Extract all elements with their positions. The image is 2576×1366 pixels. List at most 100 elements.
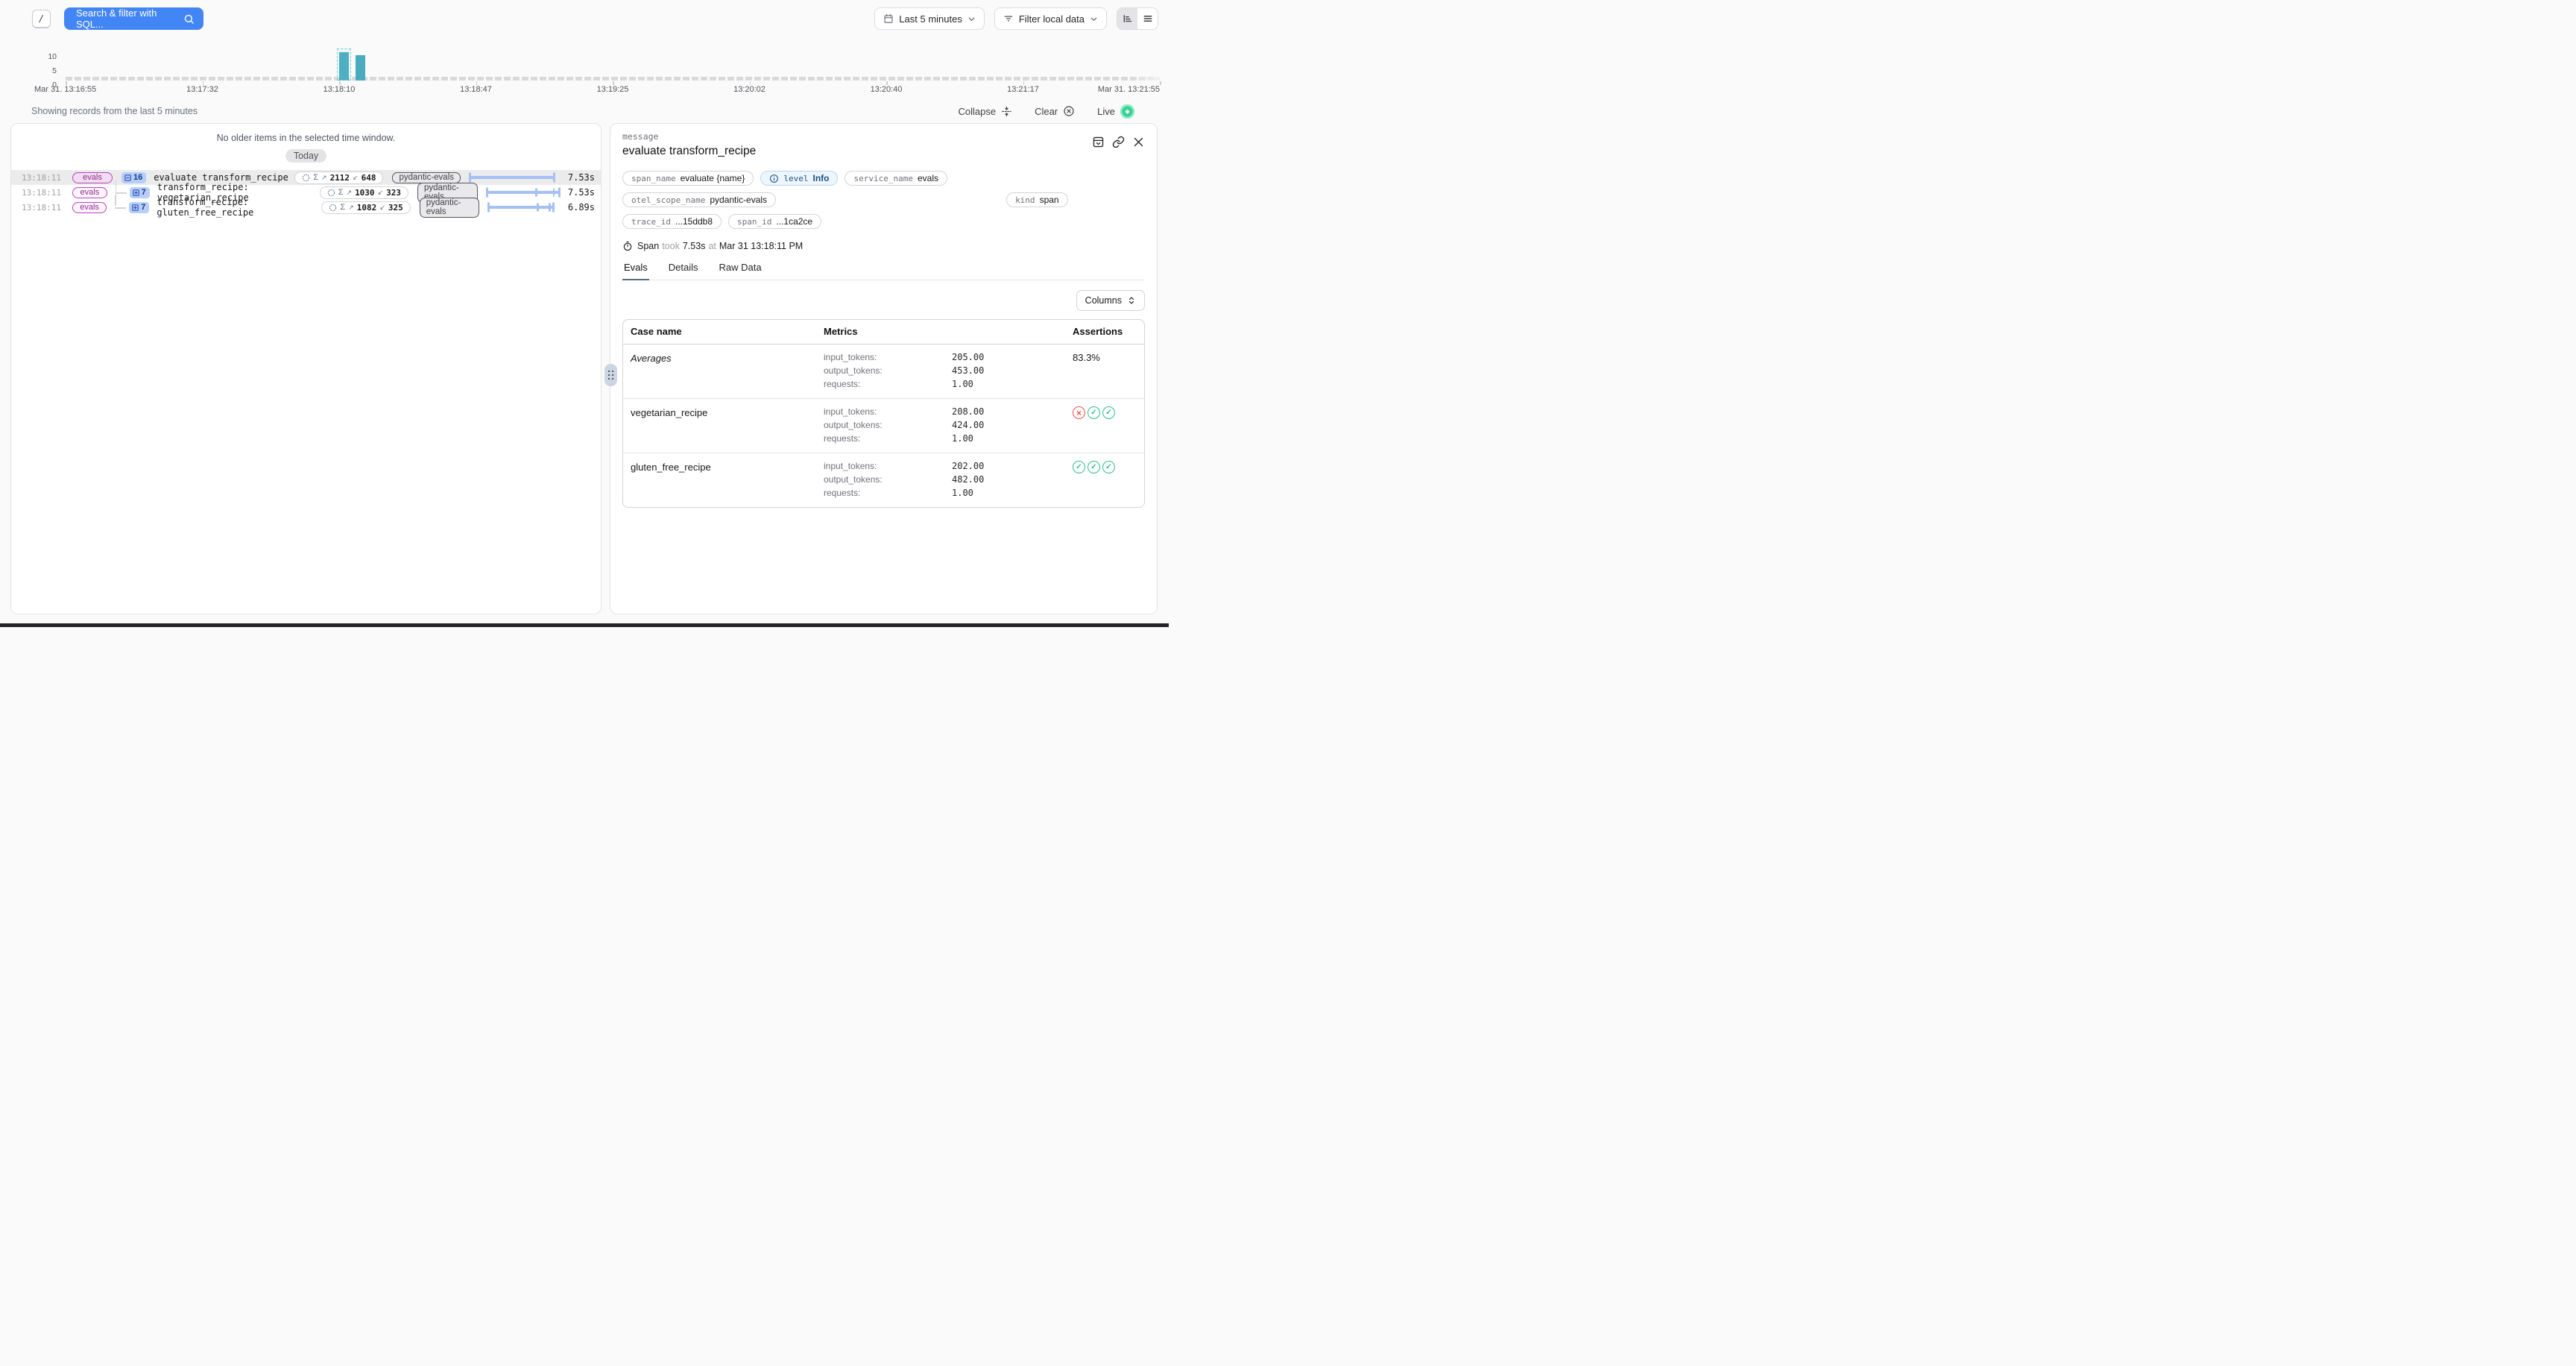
live-toggle-button[interactable]: Live ◆ <box>1097 104 1134 119</box>
attr-key: service_name <box>853 174 912 183</box>
span-name: evaluate transform_recipe <box>154 172 288 183</box>
close-icon[interactable] <box>1132 136 1145 148</box>
plus-square-icon <box>132 189 140 197</box>
y-tick-label: 5 <box>52 66 57 75</box>
tree-view-toggle[interactable] <box>1117 8 1137 29</box>
case-name: Averages <box>631 352 824 389</box>
span-id-pill[interactable]: span_id ...1ca2ce <box>728 214 821 229</box>
x-tick-label: Mar 31. 13:16:55 <box>34 85 96 94</box>
expand-children-badge[interactable]: 7 <box>130 187 150 198</box>
token-usage-pill: Σ ↗ 1082 ↙ 325 <box>321 201 410 214</box>
metric-value: 202.00 <box>952 461 1073 471</box>
tree-connector <box>116 192 127 194</box>
evals-tag-badge[interactable]: evals <box>72 202 107 213</box>
child-count: 16 <box>133 173 142 182</box>
clear-button[interactable]: Clear <box>1035 105 1075 117</box>
token-coin-icon <box>329 204 337 212</box>
attr-value: span <box>1040 195 1059 205</box>
evals-tag-badge[interactable]: evals <box>72 187 107 198</box>
metric-value: 424.00 <box>952 420 1073 430</box>
metric-label: output_tokens: <box>824 365 952 376</box>
evals-table-row[interactable]: Averages input_tokens: 205.00 output_tok… <box>623 344 1144 399</box>
filter-local-data-button[interactable]: Filter local data <box>994 7 1107 30</box>
row-timestamp: 13:18:11 <box>22 203 59 213</box>
histogram-bar[interactable] <box>339 52 349 81</box>
detail-tabs: Evals Details Raw Data <box>622 262 1145 280</box>
histogram-baseline <box>66 77 1160 81</box>
evals-tag-badge[interactable]: evals <box>72 172 113 183</box>
span-name: transform_recipe: gluten_free_recipe <box>157 197 321 218</box>
timing-prefix: Span <box>637 241 659 251</box>
minus-square-icon <box>124 174 132 182</box>
evals-table-row[interactable]: gluten_free_recipe input_tokens: 202.00 … <box>623 453 1144 507</box>
trace-list-panel: No older items in the selected time wind… <box>10 123 602 614</box>
case-name: gluten_free_recipe <box>631 461 824 498</box>
row-timestamp: 13:18:11 <box>22 173 59 183</box>
tree-connector <box>115 207 126 209</box>
evals-table-row[interactable]: vegetarian_recipe input_tokens: 208.00 o… <box>623 399 1144 453</box>
slash-shortcut-key: / <box>32 10 51 28</box>
col-metrics: Metrics <box>824 326 1073 337</box>
tokens-received-arrow-icon: ↙ <box>378 189 384 197</box>
tokens-received-arrow-icon: ↙ <box>353 174 359 182</box>
tokens-sent: 1082 <box>357 203 377 213</box>
expand-children-badge[interactable]: 7 <box>129 202 149 213</box>
panel-resize-handle[interactable] <box>604 364 617 386</box>
metric-value: 453.00 <box>952 365 1073 376</box>
x-tick-label: Mar 31. 13:21:55 <box>1098 85 1160 94</box>
span-detail-panel: message evaluate transform_recipe span_n… <box>610 123 1158 614</box>
search-button[interactable]: Search & filter with SQL... <box>64 7 203 30</box>
otel-scope-name-pill[interactable]: otel_scope_name pydantic-evals <box>622 192 776 207</box>
dock-panel-icon[interactable] <box>1092 136 1105 148</box>
span-name-pill[interactable]: span_name evaluate {name} <box>622 171 754 186</box>
metric-label: input_tokens: <box>824 406 952 417</box>
otel-scope-tag[interactable]: pydantic-evals <box>392 172 461 183</box>
x-tick-label: 13:18:47 <box>460 85 492 94</box>
tab-evals[interactable]: Evals <box>622 262 649 280</box>
time-range-button[interactable]: Last 5 minutes <box>874 7 985 30</box>
duration-text: 7.53s <box>555 172 595 183</box>
x-axis-labels: Mar 31. 13:16:5513:17:3213:18:1013:18:47… <box>66 85 1160 95</box>
metric-value: 1.00 <box>952 433 1073 444</box>
histogram-bar[interactable] <box>356 55 365 81</box>
histogram-plot[interactable] <box>66 52 1160 81</box>
metric-value: 205.00 <box>952 352 1073 362</box>
assertion-pass-icon <box>1087 406 1100 419</box>
attr-value: Info <box>812 173 829 183</box>
evals-table-header: Case name Metrics Assertions <box>623 320 1144 344</box>
list-view-toggle[interactable] <box>1137 8 1158 29</box>
status-row: Showing records from the last 5 minutes … <box>0 103 1169 119</box>
metric-label: requests: <box>824 433 952 444</box>
attr-key: span_name <box>631 174 676 183</box>
service-name-pill[interactable]: service_name evals <box>845 171 947 186</box>
level-pill[interactable]: level Info <box>760 171 838 186</box>
duration-text: 6.89s <box>561 202 595 213</box>
window-bottom-edge <box>0 623 1169 627</box>
attr-value: evaluate {name} <box>681 173 745 183</box>
columns-button[interactable]: Columns <box>1076 290 1145 311</box>
rows-icon <box>1143 13 1153 24</box>
collapse-button[interactable]: Collapse <box>958 106 1012 117</box>
copy-link-icon[interactable] <box>1112 136 1125 148</box>
metric-label: requests: <box>824 488 952 498</box>
filter-local-data-label: Filter local data <box>1019 13 1085 25</box>
tab-raw-data[interactable]: Raw Data <box>718 262 763 280</box>
tokens-sent: 2112 <box>330 173 350 183</box>
kind-pill[interactable]: kind span <box>1006 192 1068 207</box>
date-separator-pill: Today <box>285 149 326 163</box>
x-tick-label: 13:18:10 <box>323 85 356 94</box>
child-count: 7 <box>142 188 146 197</box>
attribute-badges: span_name evaluate {name} level Info ser… <box>622 171 1099 229</box>
empty-window-notice: No older items in the selected time wind… <box>11 133 601 143</box>
trace-id-pill[interactable]: trace_id ...15ddb8 <box>622 214 722 229</box>
duration-text: 7.53s <box>560 187 595 198</box>
attr-key: kind <box>1015 195 1035 205</box>
trace-row[interactable]: 13:18:11 evals 7 transform_recipe: glute… <box>11 200 601 215</box>
otel-scope-tag[interactable]: pydantic-evals <box>420 198 479 218</box>
metric-label: output_tokens: <box>824 420 952 430</box>
collapse-children-badge[interactable]: 16 <box>121 172 146 183</box>
case-name: vegetarian_recipe <box>631 406 824 444</box>
tab-details[interactable]: Details <box>667 262 700 280</box>
calendar-icon <box>883 13 894 24</box>
assertion-pass-icon <box>1102 406 1115 419</box>
